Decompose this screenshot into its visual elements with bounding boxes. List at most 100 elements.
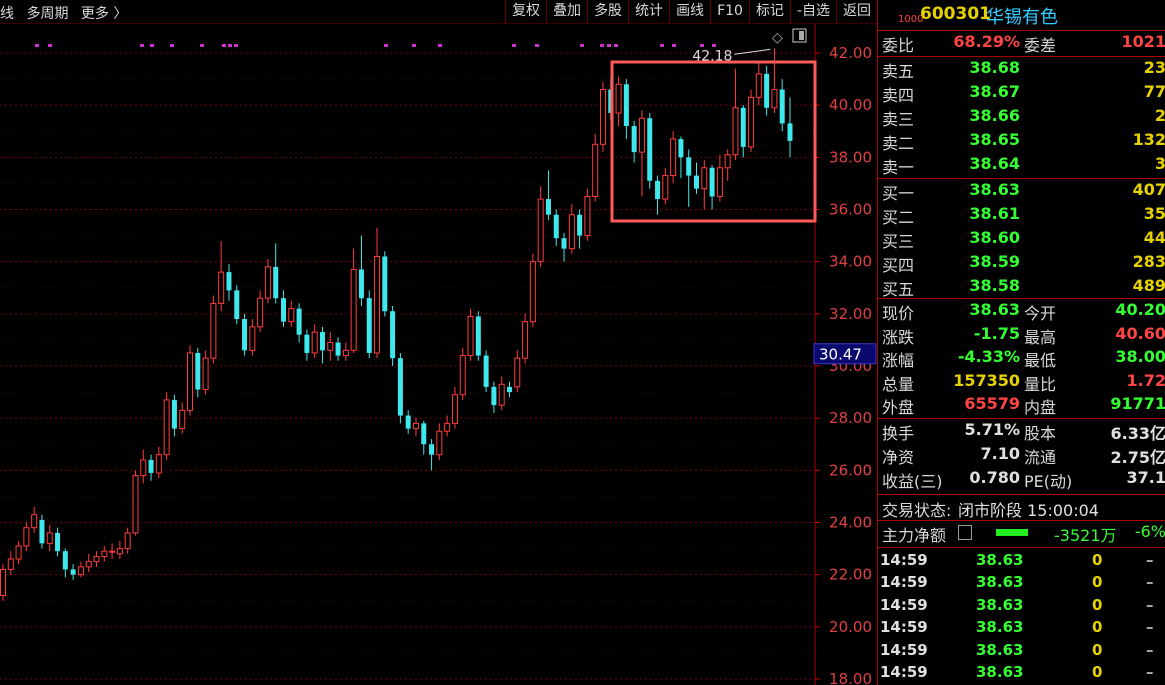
panel-toggle-icon-fill [799, 31, 804, 40]
stat-label: 收益(三) [882, 472, 943, 491]
candle-body-up [179, 409, 186, 430]
candle-body-down [475, 316, 481, 356]
signal-marker [672, 44, 676, 47]
stat-value: 40.20 [1115, 300, 1165, 319]
candle-body-up [748, 96, 755, 148]
multi-stock-button[interactable]: 多股 [587, 0, 628, 23]
candle-body-up [202, 357, 209, 390]
order-price: 38.64 [969, 154, 1020, 173]
crosshair-value: 30.47 [819, 346, 862, 364]
tick-time: 14:59 [880, 551, 928, 569]
candle-body-up [155, 454, 162, 474]
stat-label: 流通 [1024, 448, 1057, 467]
candle-body-up [140, 459, 147, 477]
order-book-row: 买三 38.60 44 [878, 228, 1165, 251]
stat-value: 38.00 [1115, 347, 1165, 366]
candle-body-up [101, 550, 108, 557]
tick-direction: – [1146, 663, 1154, 681]
back-button[interactable]: 返回 [836, 0, 877, 23]
order-book-row: 买四 38.59 283 [878, 252, 1165, 275]
candle-body-up [124, 532, 131, 550]
candle-body-up [31, 514, 38, 529]
candle-body-up [116, 548, 123, 555]
order-price: 38.67 [969, 82, 1020, 101]
candle-body-down [623, 84, 629, 127]
weicha-label: 委差 [1024, 36, 1057, 55]
remove-watchlist-button[interactable]: -自选 [789, 0, 836, 23]
signal-marker [512, 44, 516, 47]
multi-period-button[interactable]: 多周期 [26, 6, 68, 22]
mark-button[interactable]: 标记 [748, 0, 790, 23]
candle-body-up [716, 167, 723, 197]
tick-row: 14:59 38.63 0 – [878, 663, 1165, 685]
stat-value: 37.1 [1126, 468, 1165, 487]
main-flow-row[interactable]: 主力净额 -3521万 -6% [878, 522, 1165, 545]
draw-line-button[interactable]: 画线 [669, 0, 710, 23]
stat-label: 内盘 [1024, 398, 1057, 417]
f10-button[interactable]: F10 [710, 0, 749, 23]
y-tick-label: 24.00 [829, 514, 872, 532]
fuquan-button[interactable]: 复权 [505, 0, 546, 23]
order-level-label: 卖四 [882, 86, 915, 105]
tick-price: 38.63 [976, 551, 1024, 569]
order-book-row: 卖四 38.67 77 [878, 82, 1165, 105]
candle-body-up [529, 261, 536, 323]
tick-price: 38.63 [976, 618, 1024, 637]
list-icon[interactable] [958, 525, 972, 540]
candle-body-up [467, 315, 474, 357]
stat-label: 今开 [1024, 304, 1057, 323]
signal-marker [35, 44, 39, 47]
candle-body-up [77, 566, 84, 576]
weicha-value: 1021 [1121, 32, 1165, 51]
y-tick-label: 34.00 [829, 253, 872, 271]
tick-volume: 0 [1092, 595, 1103, 614]
order-volume: 407 [1132, 180, 1165, 199]
tick-time: 14:59 [880, 573, 928, 592]
candle-body-down [39, 519, 45, 544]
divider [878, 30, 1165, 31]
tick-row: 14:59 38.63 0 – [878, 596, 1165, 618]
y-tick-label: 42.00 [829, 44, 872, 62]
order-price: 38.66 [969, 106, 1020, 125]
order-level-label: 卖一 [882, 158, 915, 177]
y-tick-label: 20.00 [829, 618, 872, 636]
period-menu[interactable]: 线 [0, 6, 14, 22]
candlestick-chart[interactable]: 42.0040.0038.0036.0034.0032.0030.0028.00… [0, 0, 877, 685]
candle-body-down [787, 123, 793, 141]
signal-marker [150, 44, 154, 47]
overlay-button[interactable]: 叠加 [546, 0, 587, 23]
order-level-label: 买一 [882, 184, 915, 203]
candle-body-up [459, 355, 466, 396]
candle-body-up [46, 532, 53, 544]
trade-status-label: 交易状态: [882, 501, 952, 520]
order-price: 38.59 [969, 252, 1020, 271]
candle-body-up [15, 545, 22, 560]
candle-body-down [686, 157, 692, 176]
candle-body-down [55, 532, 61, 552]
signal-marker [438, 44, 442, 47]
order-price: 38.63 [969, 180, 1020, 199]
tick-row: 14:59 38.63 0 – [878, 551, 1165, 573]
more-button[interactable]: 更多 〉 [81, 6, 127, 22]
candle-body-up [132, 475, 139, 534]
high-arrow [734, 48, 771, 55]
kline-chart-panel[interactable]: 42.00 40.00 38.00 36.00 34.00 32.00 30.00 28.00… [0, 0, 877, 685]
candle-body-up [638, 117, 645, 153]
candle-body-up [732, 107, 739, 156]
y-tick-label: 36.00 [829, 201, 872, 219]
candle-body-up [451, 394, 458, 424]
candle-body-up [592, 143, 599, 197]
divider [878, 298, 1165, 299]
order-volume: 23 [1143, 58, 1165, 77]
candle-body-down [273, 266, 279, 299]
stat-label: 净资 [882, 448, 915, 467]
candle-body-down [631, 126, 637, 153]
tick-price: 38.63 [976, 640, 1024, 659]
candle-body-up [584, 195, 591, 237]
candle-body-down [234, 290, 240, 320]
statistics-button[interactable]: 统计 [628, 0, 669, 23]
stat-label: 外盘 [882, 398, 915, 417]
signal-marker [140, 44, 144, 47]
stat-label: 量比 [1024, 374, 1057, 394]
y-tick-label: 38.00 [829, 148, 872, 166]
